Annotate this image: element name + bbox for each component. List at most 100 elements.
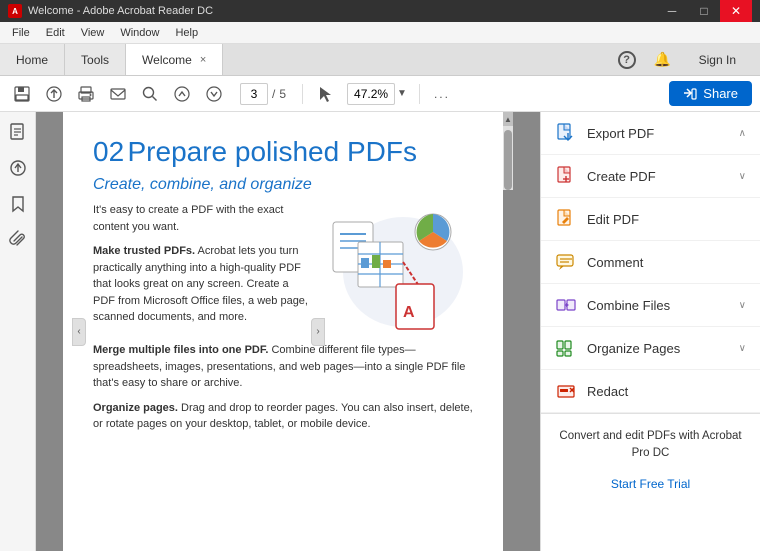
bookmark-icon xyxy=(8,194,28,214)
title-bar: A Welcome - Adobe Acrobat Reader DC ─ □ … xyxy=(0,0,760,22)
paperclip-icon xyxy=(8,230,28,250)
print-icon xyxy=(77,85,95,103)
save-icon xyxy=(13,85,31,103)
menu-file[interactable]: File xyxy=(4,25,38,41)
sidebar-page-icon[interactable] xyxy=(6,120,30,144)
combine-files-chevron: ∨ xyxy=(739,300,746,311)
tab-tools-label: Tools xyxy=(81,53,109,67)
scroll-thumb[interactable] xyxy=(504,130,512,190)
menu-view[interactable]: View xyxy=(73,25,113,41)
cursor-button[interactable] xyxy=(311,80,339,108)
create-pdf-chevron: ∨ xyxy=(739,171,746,182)
tool-item-left-export: Export PDF xyxy=(555,122,654,144)
tab-home[interactable]: Home xyxy=(0,44,65,75)
sidebar-upload-icon[interactable] xyxy=(6,156,30,180)
pdf-section-title: Prepare polished PDFs xyxy=(128,136,417,167)
tool-item-organize-pages[interactable]: Organize Pages ∨ xyxy=(541,327,760,370)
export-pdf-label: Export PDF xyxy=(587,126,654,141)
export-pdf-icon xyxy=(555,122,577,144)
tool-item-left-comment: Comment xyxy=(555,251,643,273)
pdf-bold-2: Merge multiple files into one PDF. xyxy=(93,344,268,356)
window-title: Welcome - Adobe Acrobat Reader DC xyxy=(28,5,213,17)
zoom-controls: ▼ xyxy=(347,83,407,105)
comment-label: Comment xyxy=(587,255,643,270)
tools-panel-promo: Convert and edit PDFs with Acrobat Pro D… xyxy=(541,414,760,505)
title-bar-left: A Welcome - Adobe Acrobat Reader DC xyxy=(8,4,213,18)
tool-item-redact[interactable]: Redact xyxy=(541,370,760,413)
toolbar-separator xyxy=(302,84,303,104)
app-icon: A xyxy=(8,4,22,18)
svg-text:A: A xyxy=(403,304,415,321)
tools-panel: Export PDF ∧ Create PDF ∨ xyxy=(540,112,760,551)
share-button[interactable]: Share xyxy=(669,81,752,106)
tool-item-comment[interactable]: Comment xyxy=(541,241,760,284)
zoom-input[interactable] xyxy=(347,83,395,105)
start-free-trial-link[interactable]: Start Free Trial xyxy=(611,477,690,491)
tab-tools[interactable]: Tools xyxy=(65,44,126,75)
tab-home-label: Home xyxy=(16,53,48,67)
vertical-scrollbar: ▲ xyxy=(503,112,513,190)
tool-item-combine-files[interactable]: Combine Files ∨ xyxy=(541,284,760,327)
page-number-input[interactable] xyxy=(240,83,268,105)
pdf-para-3: Merge multiple files into one PDF. Combi… xyxy=(93,342,473,392)
menu-help[interactable]: Help xyxy=(167,25,206,41)
organize-pages-label: Organize Pages xyxy=(587,341,680,356)
sign-in-button[interactable]: Sign In xyxy=(687,49,748,71)
tool-item-export-pdf[interactable]: Export PDF ∧ xyxy=(541,112,760,155)
tool-item-left-redact: Redact xyxy=(555,380,628,402)
tool-item-edit-pdf[interactable]: Edit PDF xyxy=(541,198,760,241)
search-icon xyxy=(141,85,159,103)
tool-item-left-organize: Organize Pages xyxy=(555,337,680,359)
scroll-up-button[interactable] xyxy=(168,80,196,108)
combine-files-icon xyxy=(555,294,577,316)
more-options-button[interactable]: ... xyxy=(428,85,456,103)
pdf-para-4: Organize pages. Drag and drop to reorder… xyxy=(93,400,473,433)
pdf-section-number: 02 xyxy=(93,136,124,167)
page-separator: / xyxy=(272,87,275,101)
page-total: 5 xyxy=(279,87,286,101)
left-sidebar xyxy=(0,112,36,551)
minimize-button[interactable]: ─ xyxy=(656,0,688,22)
close-button[interactable]: ✕ xyxy=(720,0,752,22)
upload-icon xyxy=(45,85,63,103)
save-button[interactable] xyxy=(8,80,36,108)
pdf-illustration: A xyxy=(323,202,473,332)
up-icon xyxy=(173,85,191,103)
combine-files-label: Combine Files xyxy=(587,298,670,313)
search-button[interactable] xyxy=(136,80,164,108)
pdf-bold-1: Make trusted PDFs. xyxy=(93,245,195,257)
notifications-button[interactable]: 🔔 xyxy=(651,48,675,72)
pdf-area: ‹ 02 Prepare polished PDFs Create, combi… xyxy=(36,112,540,551)
scroll-up-arrow[interactable]: ▲ xyxy=(503,112,513,126)
tab-close-icon[interactable]: × xyxy=(200,54,206,66)
sidebar-bookmark-icon[interactable] xyxy=(6,192,30,216)
page-navigation: / 5 xyxy=(240,83,286,105)
scroll-right-button[interactable]: › xyxy=(311,318,325,346)
tool-item-create-pdf[interactable]: Create PDF ∨ xyxy=(541,155,760,198)
down-icon xyxy=(205,85,223,103)
scroll-left-button[interactable]: ‹ xyxy=(72,318,86,346)
create-pdf-label: Create PDF xyxy=(587,169,656,184)
pdf-subtitle: Create, combine, and organize xyxy=(93,176,473,194)
tab-welcome[interactable]: Welcome × xyxy=(126,44,223,75)
email-button[interactable] xyxy=(104,80,132,108)
export-pdf-chevron: ∧ xyxy=(739,128,746,139)
toolbar-separator-2 xyxy=(419,84,420,104)
maximize-button[interactable]: □ xyxy=(688,0,720,22)
illustration-svg: A xyxy=(323,202,473,332)
scroll-down-button[interactable] xyxy=(200,80,228,108)
tool-item-left-create: Create PDF xyxy=(555,165,656,187)
sidebar-attachment-icon[interactable] xyxy=(6,228,30,252)
redact-label: Redact xyxy=(587,384,628,399)
share-icon xyxy=(683,87,697,101)
print-button[interactable] xyxy=(72,80,100,108)
menu-edit[interactable]: Edit xyxy=(38,25,73,41)
help-button[interactable]: ? xyxy=(615,48,639,72)
upload-button[interactable] xyxy=(40,80,68,108)
pdf-header: 02 Prepare polished PDFs xyxy=(93,136,473,168)
zoom-dropdown-icon[interactable]: ▼ xyxy=(397,88,407,99)
menu-window[interactable]: Window xyxy=(112,25,167,41)
redact-icon xyxy=(555,380,577,402)
nav-tabs: Home Tools Welcome × ? 🔔 Sign In xyxy=(0,44,760,76)
pdf-bold-3: Organize pages. xyxy=(93,402,178,414)
